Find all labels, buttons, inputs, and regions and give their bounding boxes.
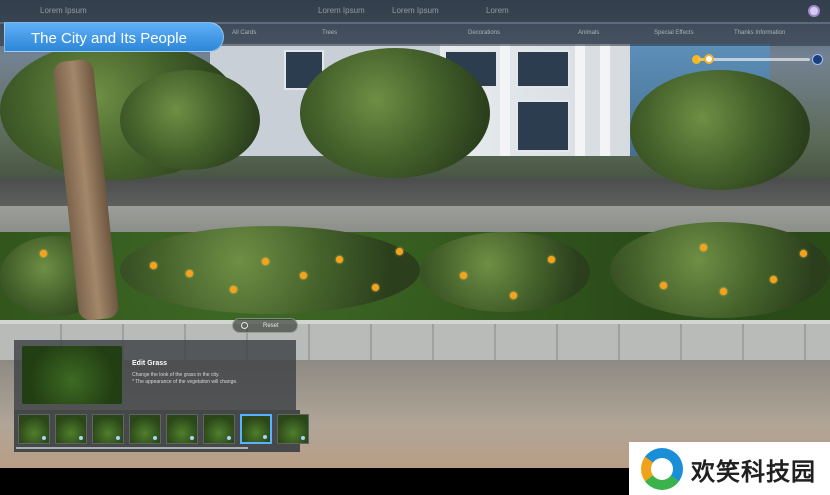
category-tab-special-effects[interactable]: Special Effects — [654, 30, 694, 36]
watermark: 欢笑科技园 — [629, 442, 830, 495]
shrub — [420, 232, 590, 312]
thumbnail-indicator-icon — [190, 436, 194, 440]
tree-canopy — [300, 48, 490, 178]
flower — [660, 282, 667, 289]
reset-button[interactable]: Reset — [232, 318, 298, 333]
thumbnail-indicator-icon — [42, 436, 46, 440]
thumbnail-indicator-icon — [227, 436, 231, 440]
thumbnail-indicator-icon — [116, 436, 120, 440]
top-menu-item[interactable]: Lorem Ipsum — [392, 6, 439, 15]
flower — [230, 286, 237, 293]
top-menu-item[interactable]: Lorem Ipsum — [40, 6, 87, 15]
building-pillar — [600, 44, 610, 156]
flower — [372, 284, 379, 291]
category-tab-trees[interactable]: Trees — [322, 30, 337, 36]
building-pillar — [500, 44, 510, 156]
top-menu-bar: Lorem Ipsum Lorem Ipsum Lorem Ipsum Lore… — [0, 0, 830, 22]
flower — [150, 262, 157, 269]
flower — [186, 270, 193, 277]
watermark-text: 欢笑科技园 — [691, 458, 816, 486]
top-menu-item[interactable]: Lorem — [486, 6, 509, 15]
flower — [396, 248, 403, 255]
edit-description-line: Change the look of the grass in the city… — [132, 372, 220, 378]
flower — [300, 272, 307, 279]
top-menu-item[interactable]: Lorem Ipsum — [318, 6, 365, 15]
flower — [460, 272, 467, 279]
edit-description: Change the look of the grass in the city… — [132, 372, 292, 386]
app-title: The City and Its People — [31, 30, 187, 47]
reset-label: Reset — [263, 323, 279, 329]
building-window — [516, 100, 570, 152]
tree-canopy — [630, 70, 810, 190]
grass-style-thumbnail[interactable] — [18, 414, 50, 444]
user-avatar-icon[interactable] — [808, 5, 820, 17]
building-window — [516, 50, 570, 88]
category-tab-thanks[interactable]: Thanks Information — [734, 30, 785, 36]
edit-title: Edit Grass — [132, 360, 168, 367]
flower — [700, 244, 707, 251]
grass-style-thumbnails — [14, 410, 309, 452]
grass-style-thumbnail[interactable] — [166, 414, 198, 444]
thumbnail-indicator-icon — [153, 436, 157, 440]
flower — [262, 258, 269, 265]
shrub — [120, 226, 420, 314]
flower — [800, 250, 807, 257]
grass-style-thumbnail[interactable] — [277, 414, 309, 444]
thumbnail-indicator-icon — [301, 436, 305, 440]
flower — [720, 288, 727, 295]
flower — [510, 292, 517, 299]
time-of-day-slider[interactable] — [698, 58, 810, 61]
category-tab-all-cards[interactable]: All Cards — [232, 30, 256, 36]
grass-style-thumbnail[interactable] — [240, 414, 272, 444]
thumbnail-scroll-bar[interactable] — [16, 447, 248, 449]
edit-grass-card: Edit Grass Change the look of the grass … — [14, 340, 296, 410]
grass-style-thumbnail[interactable] — [129, 414, 161, 444]
flower — [548, 256, 555, 263]
tree-canopy — [120, 70, 260, 170]
watermark-logo-icon — [641, 448, 683, 490]
grass-style-thumbnail[interactable] — [55, 414, 87, 444]
grass-style-thumbnail[interactable] — [92, 414, 124, 444]
category-tab-animals[interactable]: Animals — [578, 30, 599, 36]
edit-description-note: * The appearance of the vegetation will … — [132, 379, 238, 385]
app-title-pill: The City and Its People — [4, 22, 224, 52]
thumbnail-indicator-icon — [79, 436, 83, 440]
reset-icon — [241, 322, 248, 329]
thumbnail-indicator-icon — [263, 435, 267, 439]
flower — [336, 256, 343, 263]
category-tab-decorations[interactable]: Decorations — [468, 30, 500, 36]
flower — [770, 276, 777, 283]
flower — [40, 250, 47, 257]
grass-style-thumbnail[interactable] — [203, 414, 235, 444]
moon-icon — [812, 54, 823, 65]
grass-preview-image — [22, 346, 122, 404]
building-pillar — [575, 44, 585, 156]
shrub — [610, 222, 830, 318]
